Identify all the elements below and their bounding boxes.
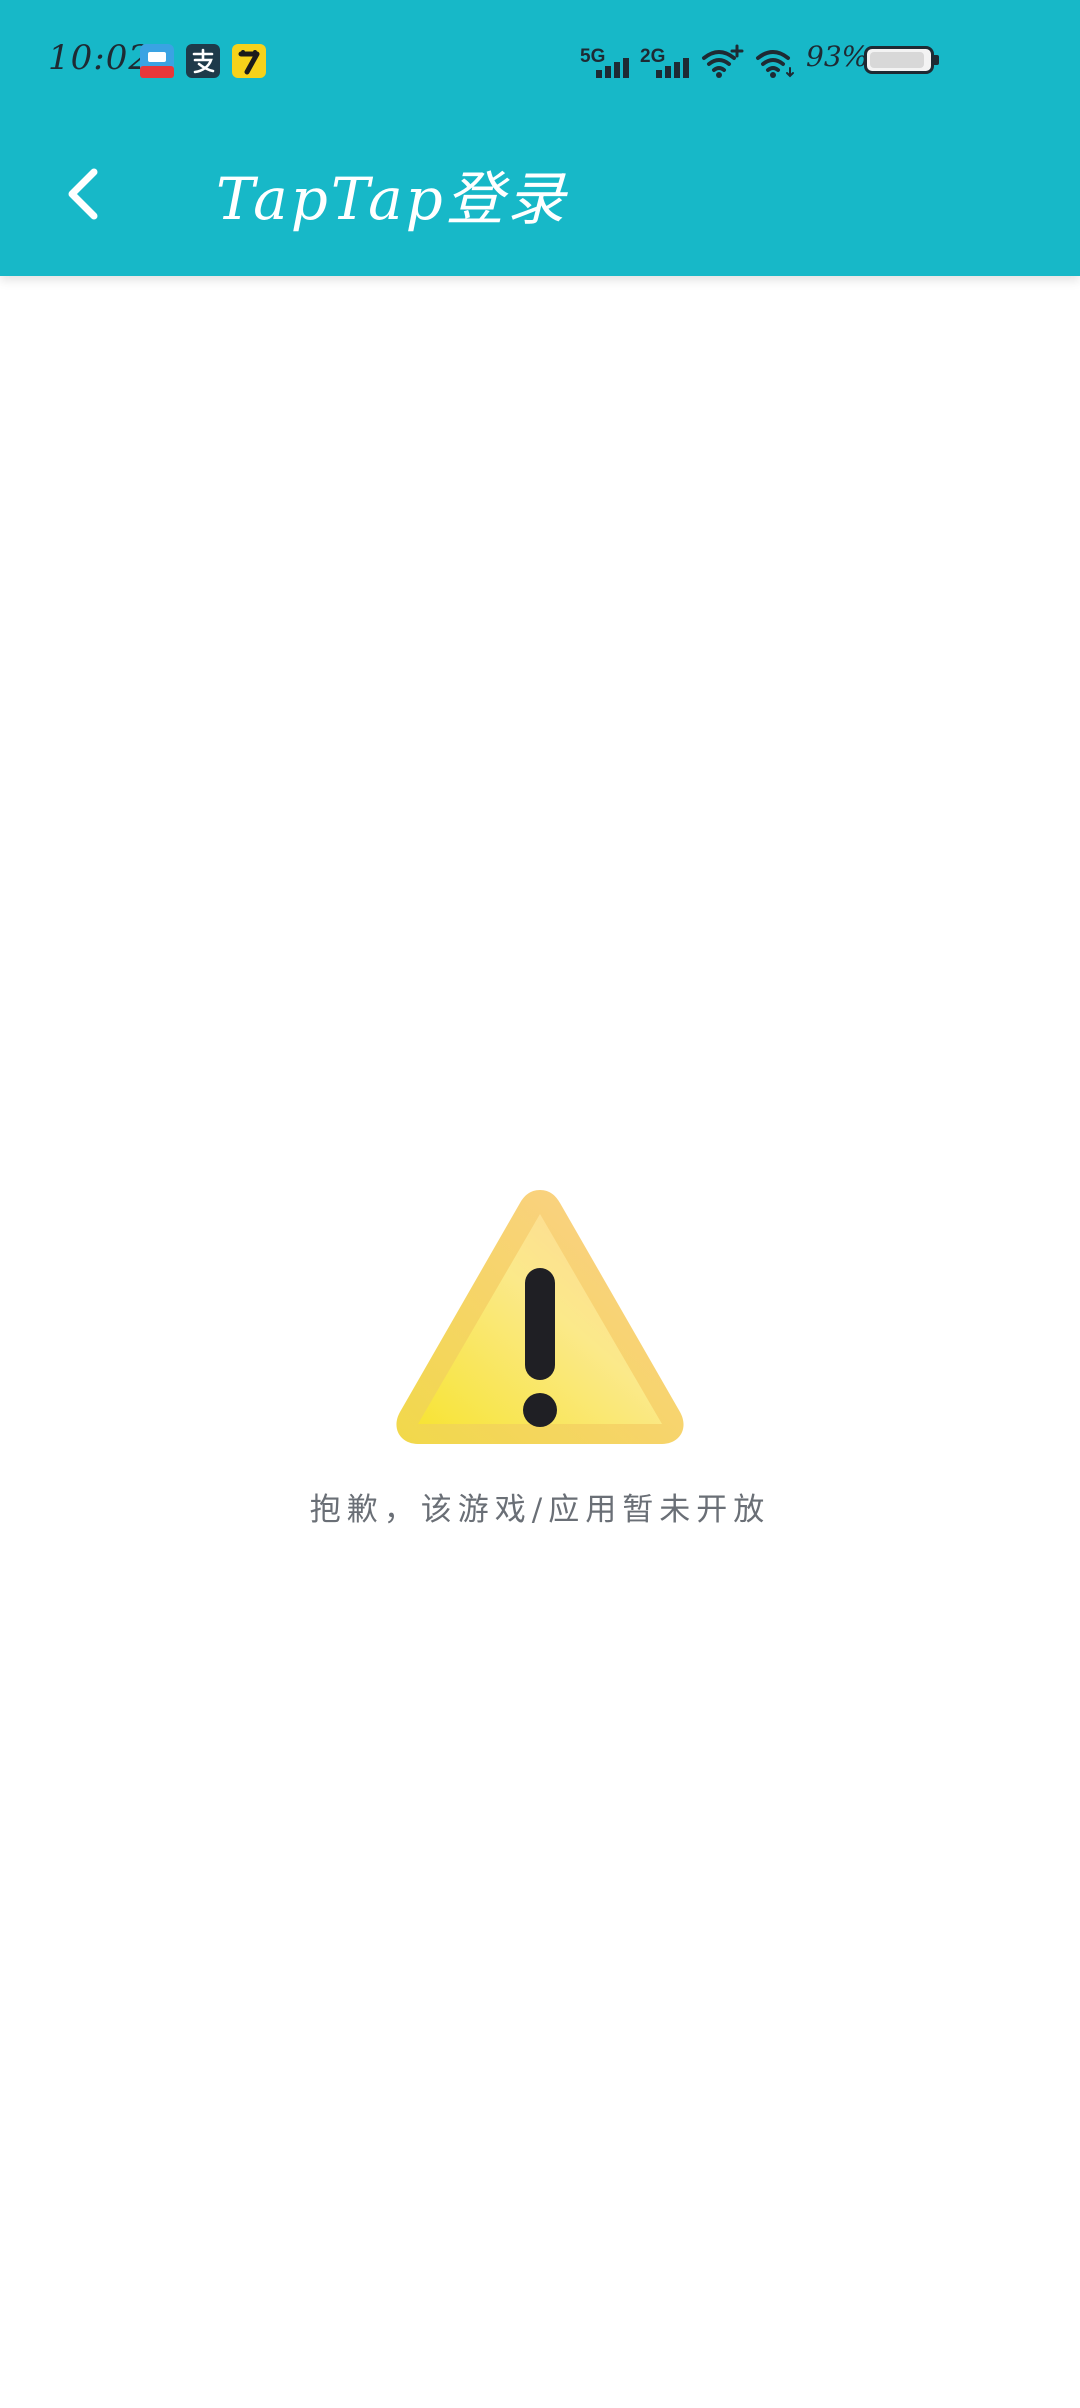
app-header: 10:02 5G 2G 93% TapTap登录	[0, 0, 1080, 276]
warning-icon	[390, 1184, 690, 1450]
video-app-icon	[140, 44, 174, 78]
signal-5g-icon: 5G	[580, 38, 632, 86]
chevron-left-icon	[68, 168, 98, 220]
not-available-message: 抱歉，该游戏/应用暂未开放	[309, 1492, 771, 1528]
battery-percent: 93%	[806, 40, 869, 73]
wifi-icon	[754, 38, 796, 86]
battery-level	[870, 52, 924, 68]
signal-2g-icon: 2G	[640, 38, 692, 86]
battery-tip	[934, 55, 939, 65]
page-title: TapTap登录	[216, 165, 568, 233]
qimao-app-icon	[232, 44, 266, 78]
wifi-plus-icon	[700, 38, 744, 86]
battery-icon	[864, 46, 934, 74]
status-time: 10:02	[48, 38, 151, 78]
alipay-icon	[186, 44, 220, 78]
status-bar: 10:02 5G 2G 93%	[0, 0, 1080, 124]
back-button[interactable]	[40, 152, 124, 236]
